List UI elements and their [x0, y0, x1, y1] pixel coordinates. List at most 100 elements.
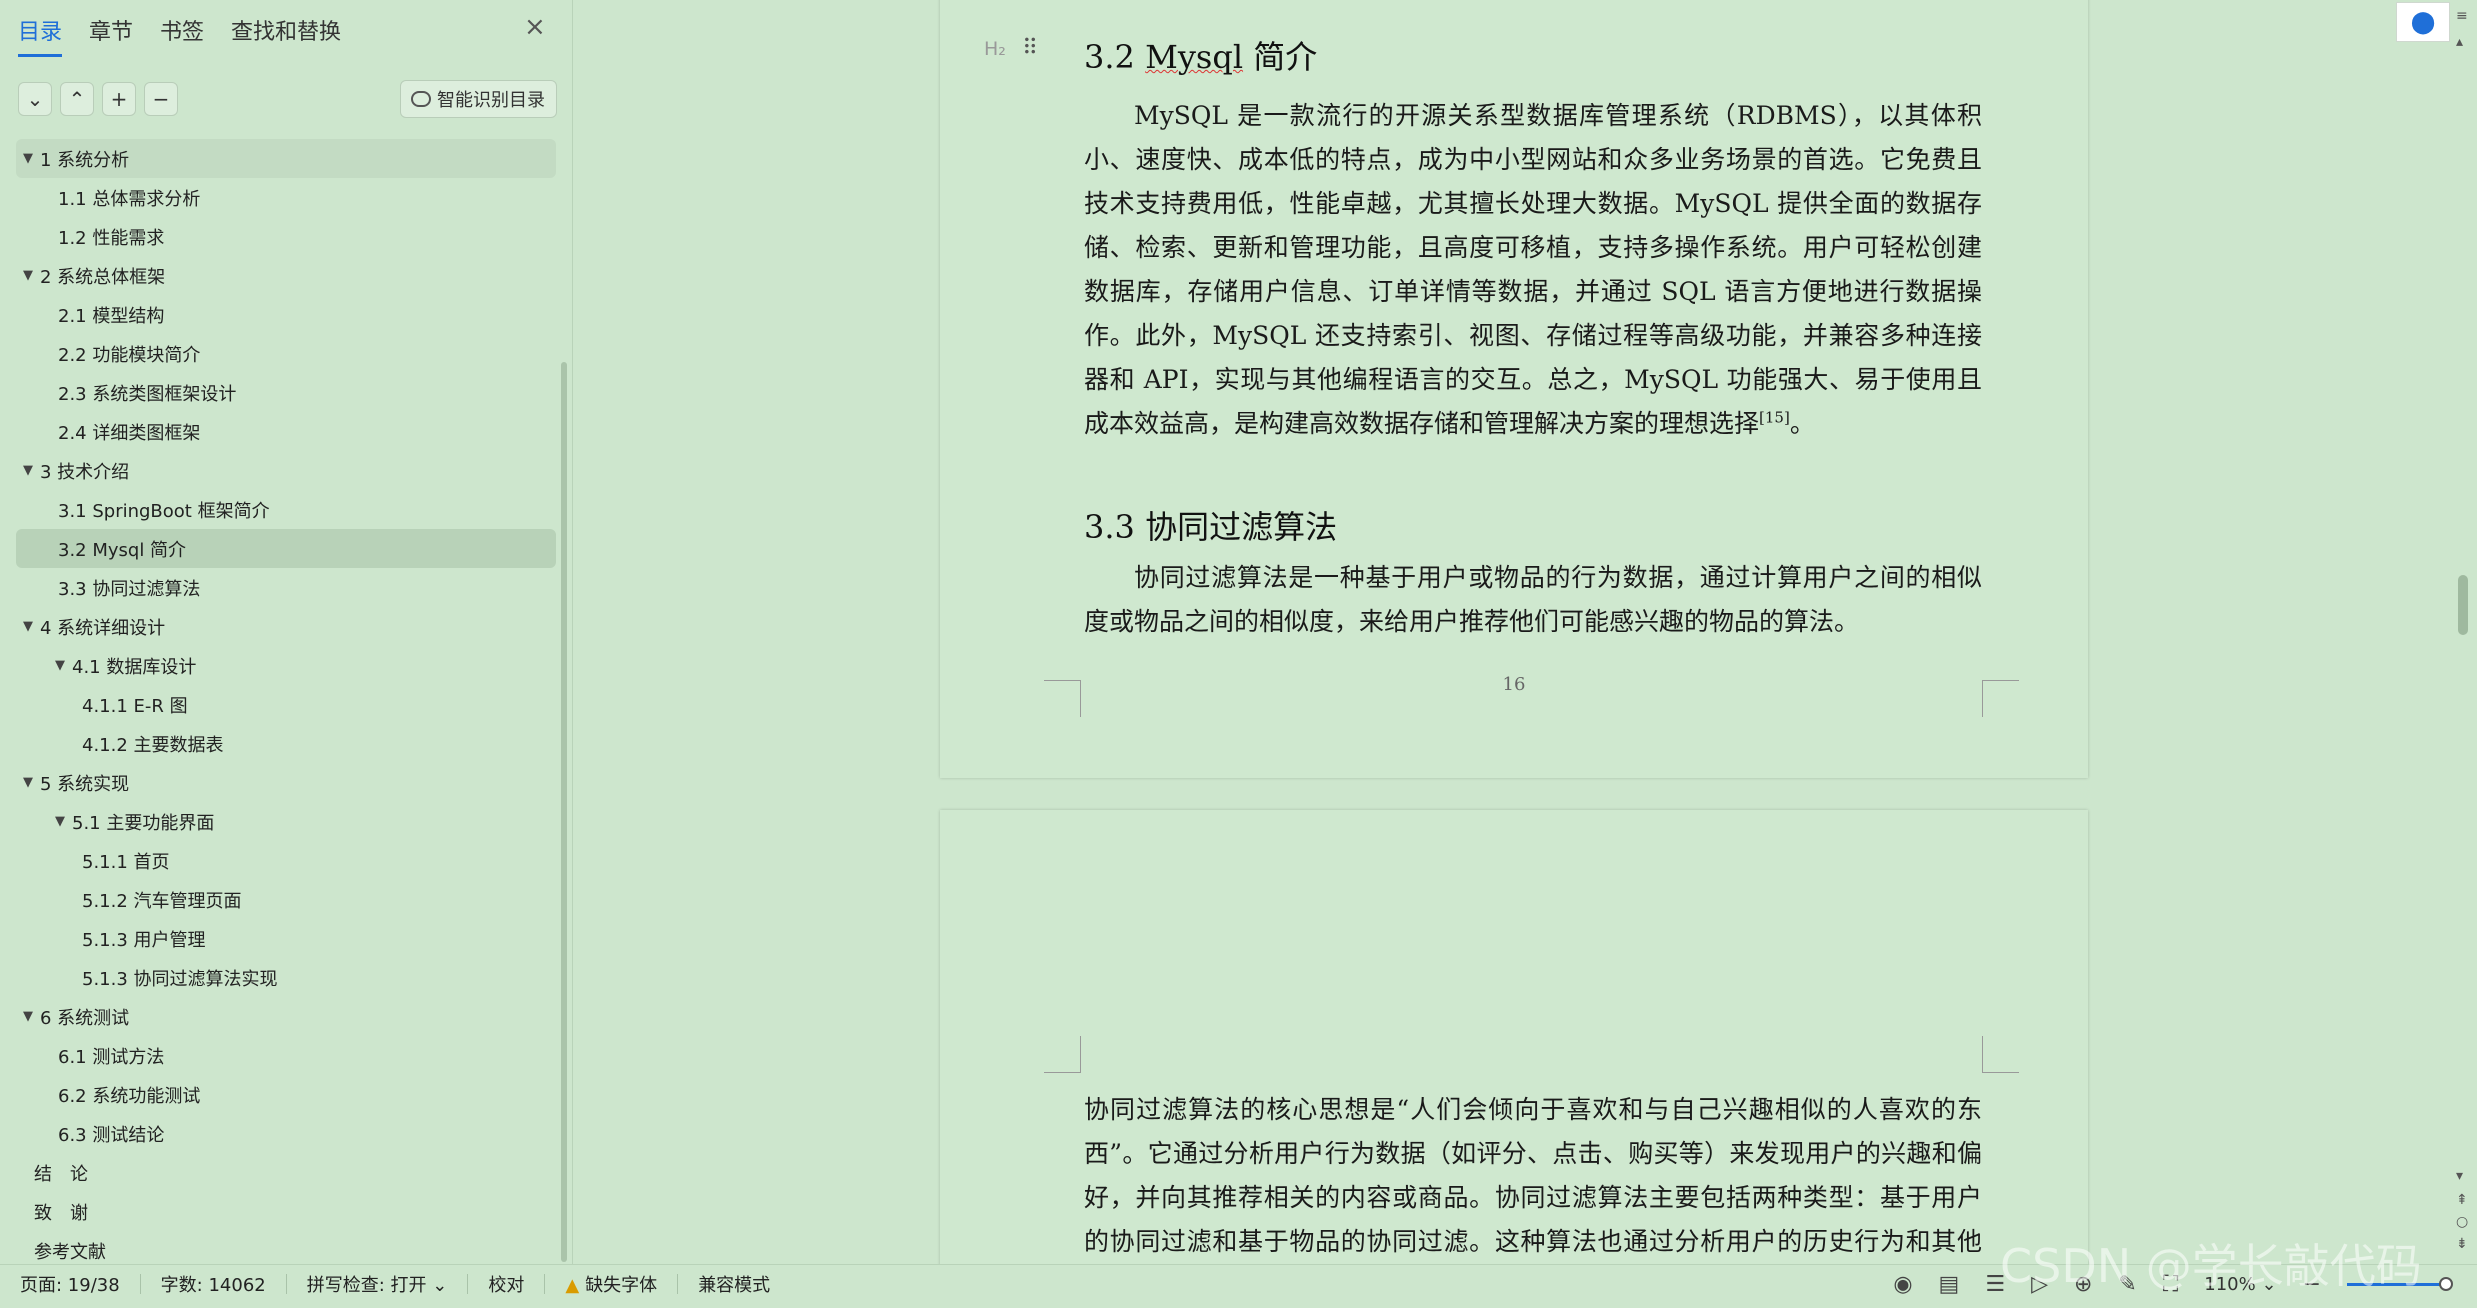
location-pin-button[interactable]: ⬤ [2396, 2, 2450, 42]
toc-item-label: 3.1 SpringBoot 框架简介 [58, 500, 270, 522]
zoom-value: 110% [2204, 1273, 2256, 1295]
rail-menu-icon[interactable]: ≡ [2456, 8, 2468, 24]
toc-item-label: 5.1.2 汽车管理页面 [82, 890, 242, 912]
zoom-slider[interactable] [2347, 1276, 2453, 1291]
heading-text: 简介 [1243, 38, 1318, 76]
scroll-up-icon[interactable]: ▴ [2456, 34, 2463, 50]
expand-caret-icon[interactable]: ▼ [48, 658, 72, 673]
add-heading-button[interactable]: + [102, 82, 136, 116]
page-indicator[interactable]: 页面: 19/38 [0, 1271, 140, 1297]
prev-page-icon[interactable]: ⇞ [2456, 1192, 2468, 1208]
heading-3-3[interactable]: 3.3 协同过滤算法 [1084, 502, 1337, 548]
toc-item[interactable]: 3.3 协同过滤算法 [16, 568, 556, 607]
toc-item[interactable]: 2.4 详细类图框架 [16, 412, 556, 451]
sidebar-scrollbar[interactable] [561, 362, 567, 1262]
expand-caret-icon[interactable]: ▼ [16, 775, 40, 790]
toc-item[interactable]: ▼ 1 系统分析 [16, 139, 556, 178]
toc-item[interactable]: 结 论 [16, 1153, 556, 1192]
tab-bookmarks[interactable]: 书签 [160, 14, 204, 57]
fit-page-icon[interactable]: ⛶ [2163, 1272, 2178, 1297]
collapse-all-button[interactable]: ⌄ [18, 82, 52, 116]
toc-item[interactable]: 5.1.3 用户管理 [16, 919, 556, 958]
toc-item[interactable]: 1.2 性能需求 [16, 217, 556, 256]
spellcheck-label: 拼写检查: 打开 [306, 1275, 427, 1296]
toc-item-label: 3.2 Mysql 简介 [58, 539, 187, 561]
paragraph-cf-intro[interactable]: 协同过滤算法是一种基于用户或物品的行为数据，通过计算用户之间的相似度或物品之间的… [1084, 556, 1982, 644]
expand-caret-icon[interactable]: ▼ [16, 268, 40, 283]
toc-item-label: 结 论 [34, 1163, 88, 1185]
toc-item[interactable]: 6.3 测试结论 [16, 1114, 556, 1153]
toc-item-label: 6.1 测试方法 [58, 1046, 165, 1068]
eye-protect-icon[interactable]: ◉ [1893, 1272, 1912, 1297]
plus-icon: + [110, 87, 128, 111]
toc-item[interactable]: ▼ 6 系统测试 [16, 997, 556, 1036]
close-icon[interactable]: × [524, 14, 546, 40]
toc-item[interactable]: 5.1.1 首页 [16, 841, 556, 880]
toc-item[interactable]: 1.1 总体需求分析 [16, 178, 556, 217]
expand-caret-icon[interactable]: ▼ [16, 619, 40, 634]
toc-item[interactable]: ▼ 5 系统实现 [16, 763, 556, 802]
select-object-icon[interactable]: ○ [2456, 1214, 2468, 1230]
tab-toc[interactable]: 目录 [18, 14, 63, 57]
minus-icon: − [152, 87, 170, 111]
toc-item-label: 2.4 详细类图框架 [58, 422, 201, 444]
toc-item-label: 1.1 总体需求分析 [58, 188, 201, 210]
toc-item[interactable]: ▼ 4 系统详细设计 [16, 607, 556, 646]
expand-caret-icon[interactable]: ▼ [16, 151, 40, 166]
margin-corner [1982, 1036, 2019, 1073]
spellcheck-toggle[interactable]: 拼写检查: 打开 ⌄ [287, 1271, 468, 1297]
toc-item[interactable]: 6.1 测试方法 [16, 1036, 556, 1075]
drag-handle-icon[interactable]: ⠿ [1018, 32, 1042, 64]
toc-item-label: 2.3 系统类图框架设计 [58, 383, 237, 405]
zoom-slider-knob[interactable] [2439, 1276, 2453, 1291]
toc-item[interactable]: 2.2 功能模块简介 [16, 334, 556, 373]
page-view-icon[interactable]: ▤ [1939, 1272, 1960, 1297]
heading-number: 3.2 [1084, 38, 1146, 76]
zoom-level[interactable]: 110% ⌄ [2204, 1274, 2276, 1295]
toc-item[interactable]: 6.2 系统功能测试 [16, 1075, 556, 1114]
expand-caret-icon[interactable]: ▼ [16, 463, 40, 478]
expand-caret-icon[interactable]: ▼ [48, 814, 72, 829]
toc-item[interactable]: 3.1 SpringBoot 框架简介 [16, 490, 556, 529]
expand-all-button[interactable]: ⌃ [60, 82, 94, 116]
toc-item[interactable]: 致 谢 [16, 1192, 556, 1231]
toc-item[interactable]: 3.2 Mysql 简介 [16, 529, 556, 568]
paragraph-mysql[interactable]: MySQL 是一款流行的开源关系型数据库管理系统（RDBMS），以其体积小、速度… [1084, 94, 1982, 446]
missing-font-button[interactable]: ▲ 缺失字体 [545, 1271, 677, 1297]
page-number: 16 [1502, 674, 1526, 695]
scroll-down-icon[interactable]: ▾ [2456, 1168, 2463, 1184]
status-bar: 页面: 19/38 字数: 14062 拼写检查: 打开 ⌄ 校对 ▲ 缺失字体 … [0, 1264, 2477, 1303]
toc-item[interactable]: 4.1.2 主要数据表 [16, 724, 556, 763]
tab-find-replace[interactable]: 查找和替换 [231, 14, 341, 57]
toc-item[interactable]: ▼ 2 系统总体框架 [16, 256, 556, 295]
web-view-icon[interactable]: ⊕ [2074, 1272, 2092, 1297]
toc-item-label: 4 系统详细设计 [40, 617, 166, 639]
document-scrollbar[interactable] [2458, 575, 2468, 635]
toc-item-label: 参考文献 [34, 1241, 106, 1263]
proofread-button[interactable]: 校对 [468, 1271, 544, 1297]
toc-item-label: 3.3 协同过滤算法 [58, 578, 201, 600]
toc-item[interactable]: ▼ 3 技术介绍 [16, 451, 556, 490]
toc-item[interactable]: ▼ 4.1 数据库设计 [16, 646, 556, 685]
toc-item[interactable]: 4.1.1 E-R 图 [16, 685, 556, 724]
toc-item[interactable]: 5.1.2 汽车管理页面 [16, 880, 556, 919]
play-icon[interactable]: ▷ [2031, 1272, 2048, 1297]
smart-toc-button[interactable]: 智能识别目录 [400, 80, 557, 118]
toc-item[interactable]: ▼ 5.1 主要功能界面 [16, 802, 556, 841]
pen-icon[interactable]: ✎ [2118, 1272, 2136, 1297]
compat-mode-button[interactable]: 兼容模式 [678, 1271, 790, 1297]
toc-item[interactable]: 2.3 系统类图框架设计 [16, 373, 556, 412]
expand-caret-icon[interactable]: ▼ [16, 1009, 40, 1024]
heading-3-2[interactable]: H₂ ⠿ 3.2 Mysql 简介 [984, 32, 1318, 78]
next-page-icon[interactable]: ⇟ [2456, 1236, 2468, 1252]
outline-view-icon[interactable]: ☰ [1985, 1272, 2005, 1297]
toc-item-label: 1 系统分析 [40, 149, 130, 171]
zoom-out-icon[interactable]: − [2303, 1272, 2321, 1297]
remove-heading-button[interactable]: − [144, 82, 178, 116]
toc-item[interactable]: 2.1 模型结构 [16, 295, 556, 334]
word-count[interactable]: 字数: 14062 [141, 1271, 286, 1297]
toc-panel: 目录 章节 书签 查找和替换 × ⌄ ⌃ + − 智能识别目录 ▼ 1 系统分析 1… [0, 0, 573, 1264]
toc-item[interactable]: 5.1.3 协同过滤算法实现 [16, 958, 556, 997]
tab-chapters[interactable]: 章节 [89, 14, 133, 57]
document-page-next: 协同过滤算法的核心思想是“人们会倾向于喜欢和与自己兴趣相似的人喜欢的东西”。它通… [940, 810, 2088, 1300]
